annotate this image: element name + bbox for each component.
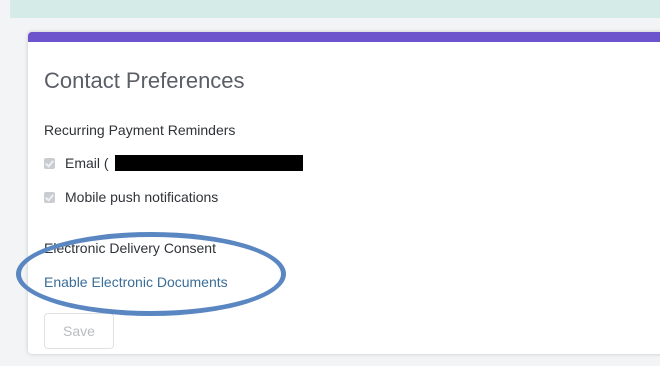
mobile-push-option: Mobile push notifications [44,189,218,205]
mobile-push-label: Mobile push notifications [65,189,219,205]
enable-electronic-documents-link[interactable]: Enable Electronic Documents [44,274,228,290]
email-checkbox[interactable] [44,157,55,169]
mobile-push-checkbox[interactable] [44,191,55,203]
electronic-delivery-consent-heading: Electronic Delivery Consent [44,240,216,256]
page-title: Contact Preferences [44,68,245,93]
contact-preferences-card: Contact Preferences Recurring Payment Re… [28,32,660,354]
save-button[interactable]: Save [44,313,114,349]
top-strip [10,0,660,18]
recurring-payment-reminders-heading: Recurring Payment Reminders [44,122,236,138]
email-label: Email ( [65,155,109,171]
email-option: Email ( [44,155,303,171]
redacted-email [114,155,303,171]
